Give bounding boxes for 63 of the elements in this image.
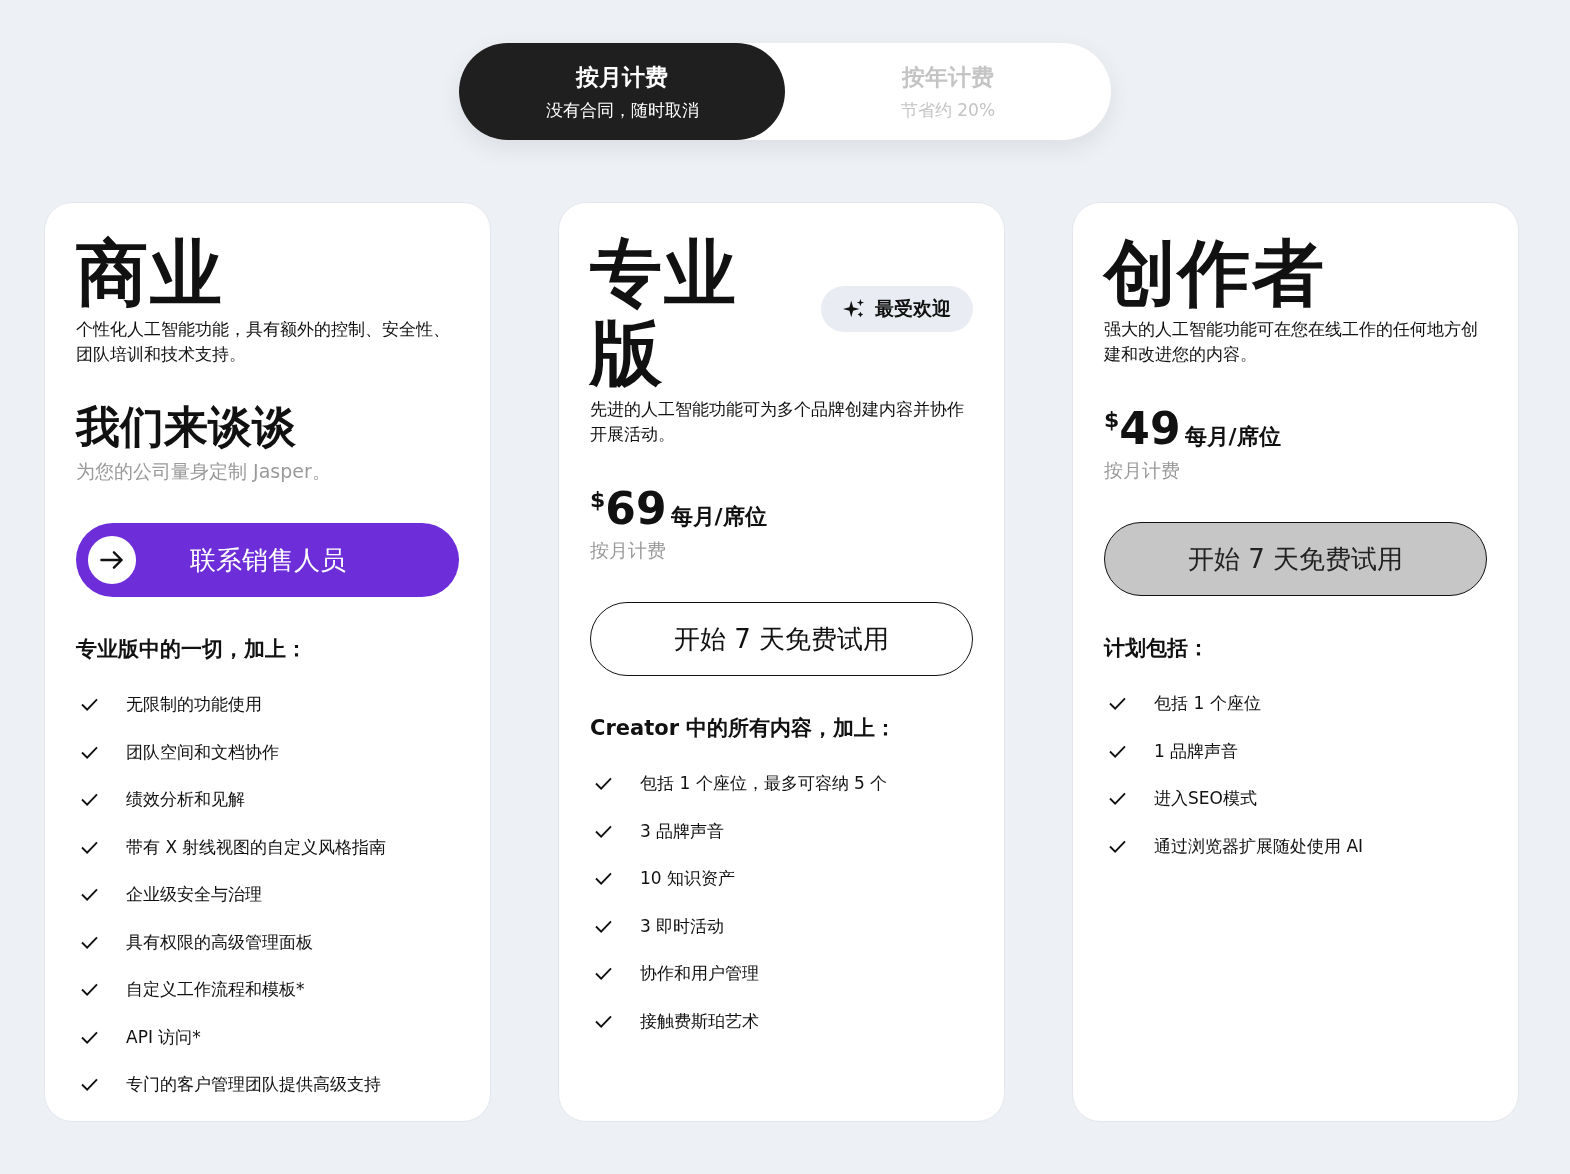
plan-title: 专业版 bbox=[590, 233, 739, 393]
badge-label: 最受欢迎 bbox=[875, 296, 951, 321]
plan-button[interactable]: 开始 7 天免费试用 bbox=[590, 602, 973, 676]
features-heading: Creator 中的所有内容，加上： bbox=[590, 715, 898, 742]
price-amount: 49 bbox=[1119, 403, 1181, 454]
feature-item: 10 知识资产 bbox=[640, 867, 736, 891]
check-icon bbox=[594, 871, 613, 887]
check-icon bbox=[1108, 743, 1127, 759]
feature-item: 3 品牌声音 bbox=[640, 819, 725, 843]
feature-item: 带有 X 射线视图的自定义风格指南 bbox=[126, 835, 387, 859]
check-icon bbox=[594, 1013, 613, 1029]
plan-button[interactable]: 开始 7 天免费试用 bbox=[1104, 522, 1487, 596]
check-icon bbox=[80, 839, 99, 855]
check-icon bbox=[594, 823, 613, 839]
feature-item: 团队空间和文档协作 bbox=[126, 740, 279, 764]
plan-title: 创作者 bbox=[1104, 233, 1326, 313]
currency-symbol: $ bbox=[1104, 407, 1120, 432]
feature-item: 1 品牌声音 bbox=[1154, 739, 1239, 763]
sparkle-icon bbox=[843, 298, 865, 320]
feature-item: API 访问* bbox=[126, 1025, 201, 1049]
currency-symbol: $ bbox=[590, 487, 606, 512]
feature-item: 无限制的功能使用 bbox=[126, 693, 262, 717]
billing-option[interactable]: 按月计费 没有合同，随时取消 bbox=[459, 43, 785, 140]
check-icon bbox=[80, 744, 99, 760]
feature-item: 3 即时活动 bbox=[640, 914, 725, 938]
check-icon bbox=[1108, 791, 1127, 807]
feature-item: 协作和用户管理 bbox=[640, 962, 759, 986]
feature-item: 接触费斯珀艺术 bbox=[640, 1009, 759, 1033]
price-unit: 每月/席位 bbox=[1184, 423, 1281, 451]
price-unit: 每月/席位 bbox=[670, 503, 767, 531]
check-icon bbox=[594, 918, 613, 934]
feature-item: 企业级安全与治理 bbox=[126, 883, 262, 907]
check-icon bbox=[80, 934, 99, 950]
check-icon bbox=[80, 1077, 99, 1093]
check-icon bbox=[80, 792, 99, 808]
check-icon bbox=[80, 1029, 99, 1045]
quote-subline: 为您的公司量身定制 Jasper。 bbox=[76, 459, 332, 484]
billing-note: 按月计费 bbox=[590, 538, 667, 563]
check-icon bbox=[80, 697, 99, 713]
feature-item: 具有权限的高级管理面板 bbox=[126, 930, 313, 954]
features-heading: 专业版中的一切，加上： bbox=[76, 636, 308, 663]
feature-item: 通过浏览器扩展随处使用 AI bbox=[1154, 834, 1364, 858]
feature-item: 包括 1 个座位 bbox=[1154, 692, 1261, 716]
check-icon bbox=[80, 887, 99, 903]
price-amount: 69 bbox=[605, 483, 667, 534]
feature-item: 自定义工作流程和模板* bbox=[126, 978, 305, 1002]
plan-description: 个性化人工智能功能，具有额外的控制、安全性、团队培训和技术支持。 bbox=[76, 319, 451, 366]
plan-description: 强大的人工智能功能可在您在线工作的任何地方创建和改进您的内容。 bbox=[1104, 319, 1479, 366]
plan-description: 先进的人工智能功能可为多个品牌创建内容并协作开展活动。 bbox=[590, 399, 965, 446]
check-icon bbox=[1108, 696, 1127, 712]
quote-headline: 我们来谈谈 bbox=[76, 400, 297, 454]
feature-item: 进入SEO模式 bbox=[1154, 787, 1257, 811]
feature-item: 绩效分析和见解 bbox=[126, 788, 245, 812]
check-icon bbox=[1108, 838, 1127, 854]
plan-button[interactable]: 联系销售人员 bbox=[76, 523, 459, 597]
check-icon bbox=[594, 776, 613, 792]
check-icon bbox=[594, 966, 613, 982]
plan-title: 商业 bbox=[76, 233, 224, 313]
feature-item: 包括 1 个座位，最多可容纳 5 个 bbox=[640, 772, 888, 796]
features-heading: 计划包括： bbox=[1104, 635, 1210, 662]
check-icon bbox=[80, 982, 99, 998]
feature-item: 专门的客户管理团队提供高级支持 bbox=[126, 1073, 381, 1097]
billing-note: 按月计费 bbox=[1104, 458, 1181, 483]
